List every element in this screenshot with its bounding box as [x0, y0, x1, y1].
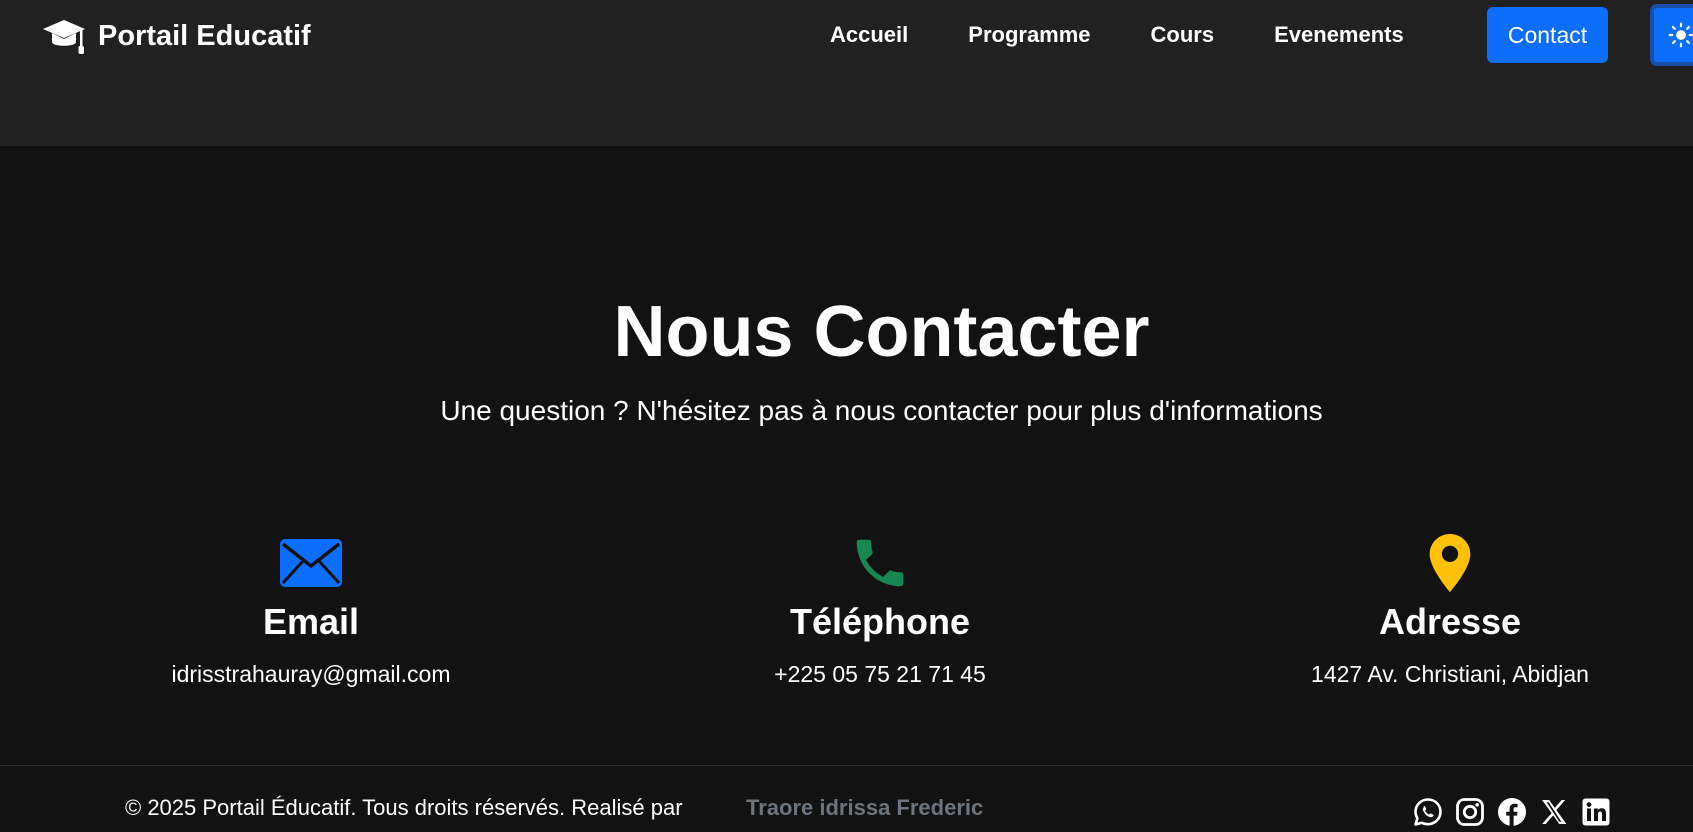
- x-link[interactable]: [1538, 796, 1570, 828]
- linkedin-link[interactable]: [1580, 796, 1612, 828]
- graduation-cap-icon: [43, 20, 85, 54]
- address-value: 1427 Av. Christiani, Abidjan: [1311, 661, 1589, 687]
- page-subtitle: Une question ? N'hésitez pas à nous cont…: [440, 395, 1323, 426]
- whatsapp-icon: [1414, 798, 1442, 826]
- contact-button[interactable]: Contact: [1487, 7, 1608, 63]
- whatsapp-link[interactable]: [1412, 796, 1444, 828]
- envelope-icon: [280, 539, 342, 587]
- instagram-link[interactable]: [1454, 796, 1486, 828]
- brand-name: Portail Educatif: [98, 19, 311, 52]
- brand[interactable]: Portail Educatif: [42, 14, 311, 58]
- contact-card-email: Email idrisstrahauray@gmail.com: [101, 530, 521, 688]
- nav-link-evenements[interactable]: Evenements: [1244, 22, 1434, 48]
- phone-title: Téléphone: [789, 601, 971, 642]
- facebook-icon: [1498, 798, 1526, 826]
- phone-value[interactable]: +225 05 75 21 71 45: [670, 660, 1090, 688]
- navbar: Portail Educatif Accueil Programme Cours…: [0, 0, 1693, 146]
- x-icon: [1542, 800, 1567, 824]
- contact-card-address: Adresse 1427 Av. Christiani, Abidjan: [1240, 530, 1660, 688]
- footer-author-link[interactable]: Traore idrissa Frederic: [746, 795, 983, 821]
- nav-link-cours[interactable]: Cours: [1121, 22, 1245, 48]
- email-value[interactable]: idrisstrahauray@gmail.com: [101, 660, 521, 688]
- footer-copyright: © 2025 Portail Éducatif. Tous droits rés…: [125, 795, 683, 820]
- facebook-link[interactable]: [1496, 796, 1528, 828]
- sun-icon: [1668, 22, 1693, 48]
- page-title: Nous Contacter: [613, 292, 1150, 372]
- nav-link-accueil[interactable]: Accueil: [800, 22, 938, 48]
- phone-icon: [856, 539, 904, 587]
- email-title: Email: [262, 601, 360, 642]
- footer-divider: [0, 765, 1693, 766]
- instagram-icon: [1456, 798, 1484, 826]
- map-pin-icon: [1429, 533, 1471, 593]
- contact-card-phone: Téléphone +225 05 75 21 71 45: [670, 530, 1090, 688]
- theme-toggle-button[interactable]: [1650, 4, 1693, 66]
- linkedin-icon: [1582, 798, 1610, 826]
- address-title: Adresse: [1378, 601, 1522, 642]
- nav-links: Accueil Programme Cours Evenements: [800, 7, 1434, 63]
- nav-link-programme[interactable]: Programme: [938, 22, 1120, 48]
- social-links: [1412, 796, 1612, 828]
